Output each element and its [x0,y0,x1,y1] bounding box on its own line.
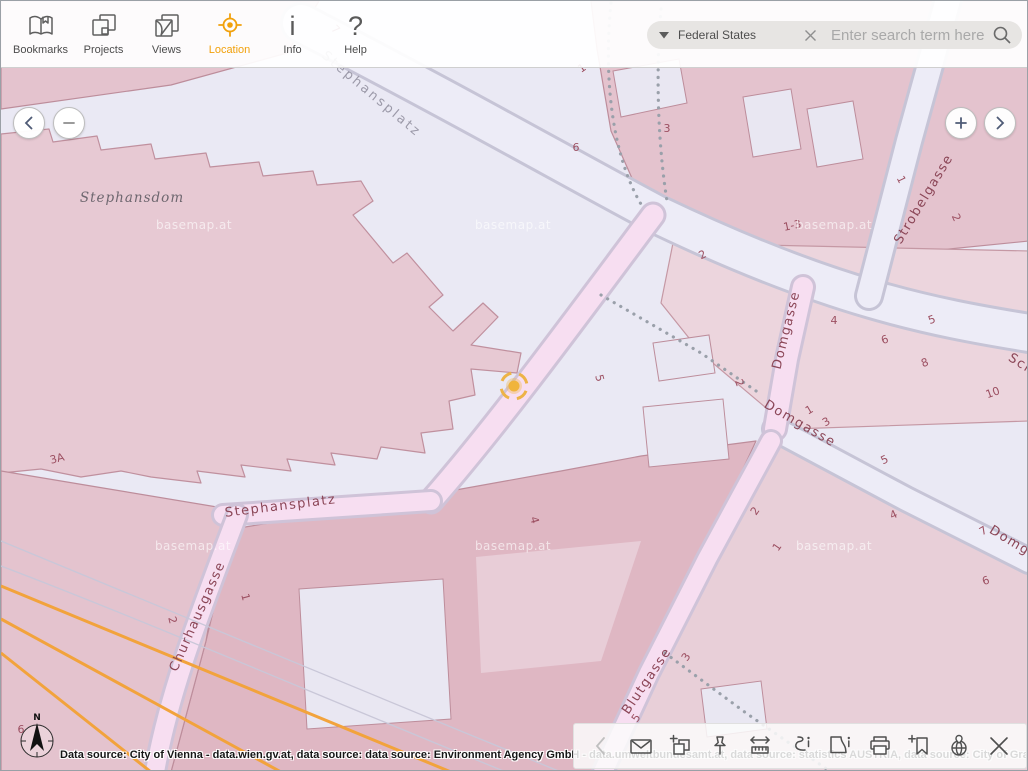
toolbar-item-bookmarks[interactable]: Bookmarks [9,1,72,65]
toolbar-item-help[interactable]: ? Help [324,1,387,65]
map-canvas[interactable]: StephansplatzStephansplatzChurhausgasseD… [1,1,1028,771]
map-application-window: StephansplatzStephansplatzChurhausgasseD… [0,0,1028,771]
close-icon[interactable] [984,731,1014,761]
search-category-selector[interactable]: Federal States [678,28,756,42]
measure-line-icon[interactable] [785,731,815,761]
basemap-watermark: basemap.at [155,539,231,553]
email-icon[interactable] [626,731,656,761]
measure-distance-icon[interactable] [745,731,775,761]
poi-label: Stephansdom [80,190,184,206]
basemap-watermark: basemap.at [475,539,551,553]
toolbar-label: Info [283,44,301,56]
collapse-chevron-left-icon[interactable] [586,731,616,761]
print-icon[interactable] [865,731,895,761]
search-bar: Federal States [647,21,1022,49]
toolbar-label: Help [344,44,367,56]
info-icon: i [290,9,296,43]
globe-location-icon[interactable] [944,731,974,761]
pin-icon[interactable] [705,731,735,761]
toolbar-label: Projects [84,44,124,56]
compass-north-label: N [33,713,41,723]
house-number: 3 [664,122,671,135]
search-input[interactable] [829,26,992,45]
pan-right-button[interactable] [984,107,1016,139]
basemap-watermark: basemap.at [796,539,872,553]
projects-icon [89,9,119,43]
chevron-left-icon [22,116,36,130]
minus-icon [62,116,76,130]
plus-icon [954,116,968,130]
measure-area-icon[interactable] [825,731,855,761]
bottom-tool-panel [573,723,1027,769]
location-target-icon [215,9,245,43]
bookmarks-icon [26,9,56,43]
basemap-watermark: basemap.at [156,218,232,232]
dropdown-caret-icon[interactable] [659,32,669,39]
add-layer-icon[interactable] [666,731,696,761]
clear-icon[interactable] [804,29,817,42]
help-icon: ? [348,9,363,43]
house-number: 4 [831,314,838,327]
toolbar-item-location[interactable]: Location [198,1,261,65]
toolbar-label: Bookmarks [13,44,68,56]
toolbar-label: Views [152,44,181,56]
toolbar-item-projects[interactable]: Projects [72,1,135,65]
house-number: 6 [573,141,580,154]
chevron-right-icon [993,116,1007,130]
toolbar-item-info[interactable]: i Info [261,1,324,65]
house-number: 6 [18,723,25,736]
pan-left-button[interactable] [13,107,45,139]
add-bookmark-icon[interactable] [904,731,934,761]
basemap-watermark: basemap.at [796,218,872,232]
zoom-out-button[interactable] [53,107,85,139]
toolbar-item-views[interactable]: Views [135,1,198,65]
basemap-watermark: basemap.at [475,218,551,232]
toolbar-label: Location [209,44,251,56]
search-icon[interactable] [992,25,1012,45]
views-icon [152,9,182,43]
zoom-in-button[interactable] [945,107,977,139]
